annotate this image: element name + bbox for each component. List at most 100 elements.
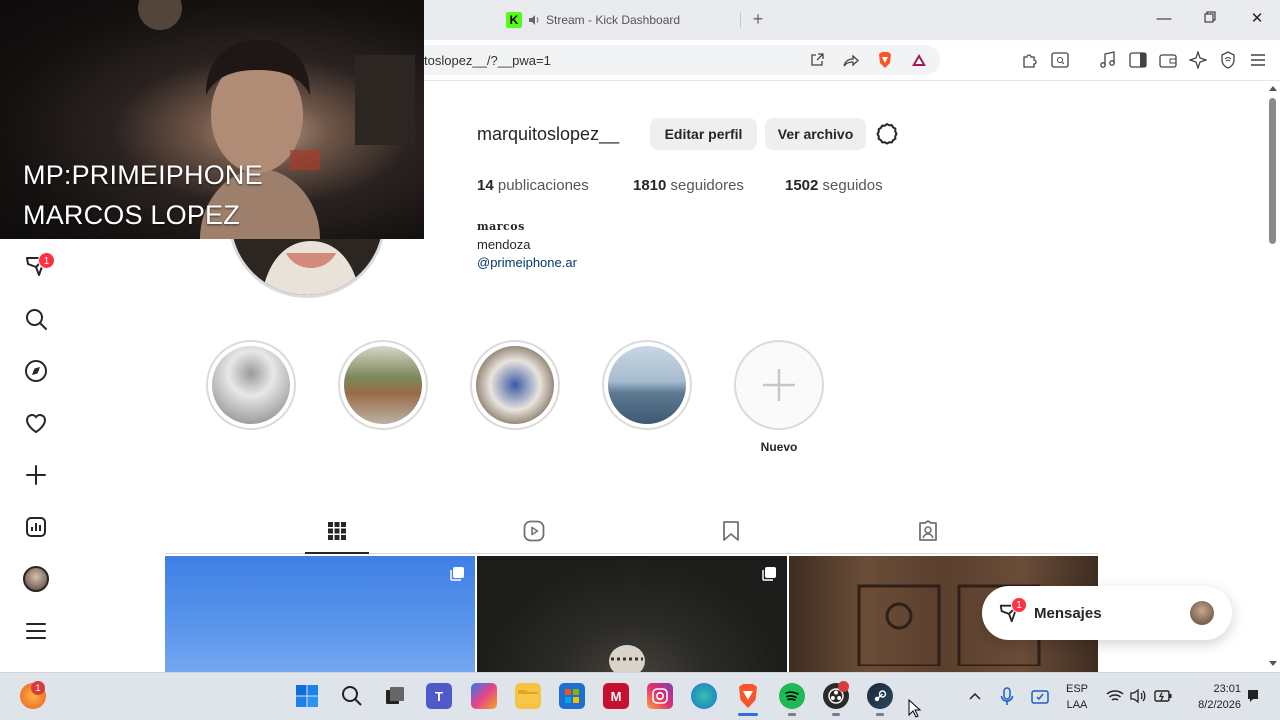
- carousel-icon: [762, 567, 776, 581]
- messages-label: Mensajes: [1034, 605, 1102, 622]
- highlight-4[interactable]: [602, 340, 692, 430]
- tab-separator: [740, 12, 741, 28]
- microsoft-store-icon[interactable]: [559, 683, 585, 709]
- speaker-icon[interactable]: [528, 14, 540, 26]
- edit-profile-button[interactable]: Editar perfil: [650, 118, 757, 150]
- scroll-down-icon[interactable]: [1268, 660, 1278, 668]
- tray-app-icon[interactable]: [1031, 688, 1049, 704]
- task-view-icon[interactable]: [382, 683, 408, 709]
- nav-search-icon[interactable]: [22, 305, 50, 333]
- obs-recording-dot: [838, 681, 849, 692]
- nav-create-icon[interactable]: [22, 461, 50, 489]
- url-text[interactable]: toslopez__/?__pwa=1: [424, 53, 551, 68]
- media-icon[interactable]: [1099, 51, 1117, 69]
- post-thumbnail[interactable]: [165, 556, 475, 674]
- file-explorer-icon[interactable]: [515, 683, 541, 709]
- notification-center-icon[interactable]: [1246, 689, 1260, 703]
- teams-icon[interactable]: T: [426, 683, 452, 709]
- language-indicator-bottom[interactable]: LAA: [1062, 699, 1092, 711]
- nav-notification-badge: 1: [38, 252, 55, 269]
- tab-search-icon[interactable]: [1051, 51, 1069, 69]
- instagram-app-icon[interactable]: [647, 683, 673, 709]
- close-button[interactable]: ✕: [1243, 8, 1271, 32]
- kick-favicon-icon: K: [506, 12, 522, 28]
- avatar: [23, 566, 49, 592]
- brave-shields-icon[interactable]: [876, 51, 894, 69]
- tab-posts[interactable]: [324, 518, 350, 544]
- tagged-user-icon: [919, 520, 937, 541]
- wifi-icon[interactable]: [1106, 689, 1124, 703]
- copilot-icon[interactable]: [471, 683, 497, 709]
- open-external-icon[interactable]: [808, 51, 826, 69]
- running-app-indicator: [876, 713, 884, 716]
- bio-location: mendoza: [477, 237, 531, 252]
- restore-icon: [1204, 11, 1216, 23]
- battery-icon[interactable]: [1154, 689, 1172, 703]
- highlight-3[interactable]: [470, 340, 560, 430]
- clock-time[interactable]: 23:01: [1185, 683, 1241, 695]
- new-highlight-button[interactable]: [734, 340, 824, 430]
- spotify-icon[interactable]: [779, 683, 805, 709]
- language-indicator-top[interactable]: ESP: [1062, 683, 1092, 695]
- nav-more-menu-icon[interactable]: [22, 617, 50, 645]
- highlight-2[interactable]: [338, 340, 428, 430]
- post-thumbnail[interactable]: [477, 556, 787, 674]
- browser-tab[interactable]: K Stream - Kick Dashboard: [496, 6, 741, 34]
- posts-label: publicaciones: [497, 177, 589, 194]
- show-hidden-icons-icon[interactable]: [969, 691, 981, 701]
- minimize-button[interactable]: —: [1150, 8, 1178, 32]
- menu-icon[interactable]: [1249, 51, 1267, 69]
- grid-icon: [328, 522, 346, 540]
- followers-stat[interactable]: 1810 seguidores: [633, 177, 744, 194]
- address-bar[interactable]: toslopez__/?__pwa=1: [380, 45, 940, 75]
- edge-icon[interactable]: [691, 683, 717, 709]
- highlight-image: [212, 346, 290, 424]
- scrollbar-thumb[interactable]: [1269, 98, 1276, 244]
- bio-link[interactable]: @primeiphone.ar: [477, 255, 577, 270]
- nav-dashboard-icon[interactable]: [22, 513, 50, 541]
- restore-button[interactable]: [1196, 8, 1224, 32]
- followers-count: 1810: [633, 177, 667, 194]
- new-tab-button[interactable]: +: [748, 8, 768, 32]
- volume-icon[interactable]: [1130, 688, 1146, 704]
- tab-reels[interactable]: [521, 518, 547, 544]
- new-highlight-label: Nuevo: [760, 440, 798, 454]
- scroll-up-icon[interactable]: [1268, 84, 1278, 92]
- mouse-cursor-icon: [908, 699, 922, 718]
- mcafee-icon[interactable]: M: [603, 683, 629, 709]
- taskbar-search-icon[interactable]: [339, 683, 365, 709]
- leo-ai-icon[interactable]: [1189, 51, 1207, 69]
- extensions-icon[interactable]: [1021, 51, 1039, 69]
- following-stat[interactable]: 1502 seguidos: [785, 177, 883, 194]
- tab-saved[interactable]: [718, 518, 744, 544]
- plus-icon: [763, 369, 795, 401]
- bio-name: 𝐦𝐚𝐫𝐜𝐨𝐬: [477, 220, 525, 233]
- bookmark-icon: [723, 521, 739, 541]
- microphone-icon[interactable]: [1000, 687, 1014, 707]
- brave-rewards-icon[interactable]: [910, 51, 928, 69]
- highlight-1[interactable]: [206, 340, 296, 430]
- post-image-subject: [609, 645, 645, 674]
- windows-taskbar: 1 T M ESP LAA 23:01 8/2/2026: [0, 672, 1280, 720]
- avatar: [1190, 601, 1214, 625]
- sidebar-icon[interactable]: [1129, 51, 1147, 69]
- settings-gear-icon[interactable]: [875, 122, 899, 146]
- clock-date[interactable]: 8/2/2026: [1180, 699, 1241, 711]
- windows-start-icon[interactable]: [294, 683, 320, 709]
- nav-notifications-heart-icon[interactable]: [22, 409, 50, 437]
- share-icon[interactable]: [842, 51, 860, 69]
- messages-button[interactable]: 1 Mensajes: [982, 586, 1232, 640]
- nav-explore-icon[interactable]: [22, 357, 50, 385]
- running-app-indicator: [788, 713, 796, 716]
- nav-profile-avatar[interactable]: [22, 565, 50, 593]
- active-app-indicator: [738, 713, 758, 716]
- view-archive-button[interactable]: Ver archivo: [765, 118, 866, 150]
- wallet-icon[interactable]: [1159, 51, 1177, 69]
- carousel-icon: [450, 567, 464, 581]
- steam-icon[interactable]: [867, 683, 893, 709]
- brave-browser-icon[interactable]: [735, 683, 761, 709]
- vpn-shield-icon[interactable]: [1219, 51, 1237, 69]
- running-app-indicator: [832, 713, 840, 716]
- tab-tagged[interactable]: [915, 518, 941, 544]
- webcam-overlay: MP:PRIMEIPHONE MARCOS LOPEZ: [0, 0, 424, 239]
